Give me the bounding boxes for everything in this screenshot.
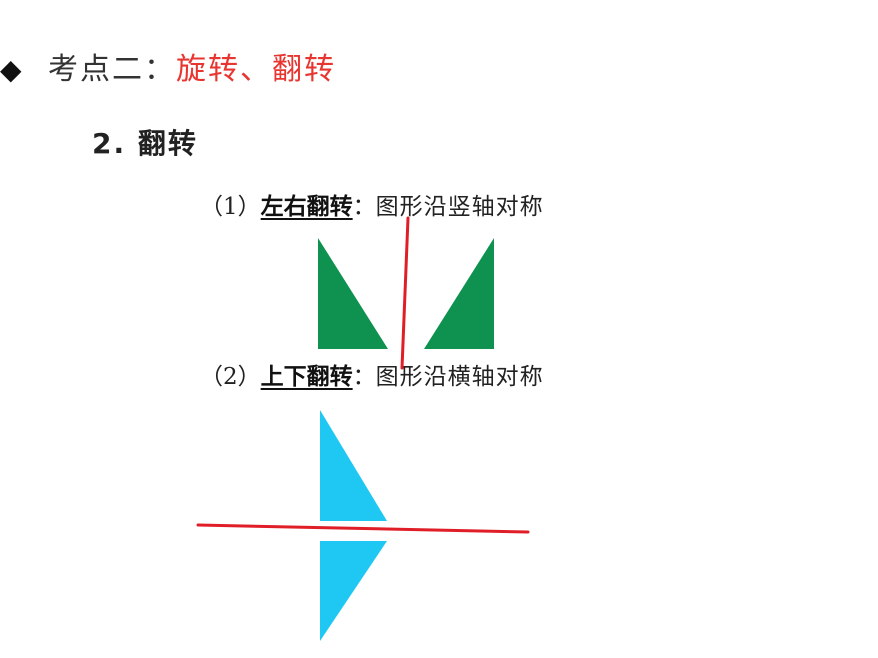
- flip-illustrations: [196, 216, 530, 641]
- item-number: （2）: [200, 364, 261, 390]
- section-heading: 考点二：旋转、翻转: [48, 50, 336, 90]
- heading-label: 考点二：: [48, 52, 176, 87]
- green-triangle-original: [318, 238, 388, 349]
- diamond-bullet-icon: ◆: [0, 53, 22, 86]
- item-term: 上下翻转: [260, 364, 353, 390]
- item-up-down-flip: （2）上下翻转：图形沿横轴对称: [200, 362, 544, 392]
- horizontal-axis-annotation: [196, 523, 530, 534]
- vertical-axis-annotation: [400, 216, 410, 370]
- heading-topic: 旋转、翻转: [176, 52, 336, 87]
- subheading: 2. 翻转: [92, 127, 198, 160]
- item-colon: ：: [352, 364, 376, 390]
- item-left-right-flip: （1）左右翻转：图形沿竖轴对称: [200, 192, 544, 222]
- green-triangle-flipped: [424, 238, 494, 349]
- item-number: （1）: [200, 194, 261, 220]
- cyan-triangle-original: [320, 410, 387, 521]
- item-colon: ：: [352, 194, 376, 220]
- item-term: 左右翻转: [260, 194, 353, 220]
- item-description: 图形沿竖轴对称: [375, 194, 544, 220]
- item-description: 图形沿横轴对称: [375, 364, 544, 390]
- cyan-triangle-flipped: [320, 541, 387, 641]
